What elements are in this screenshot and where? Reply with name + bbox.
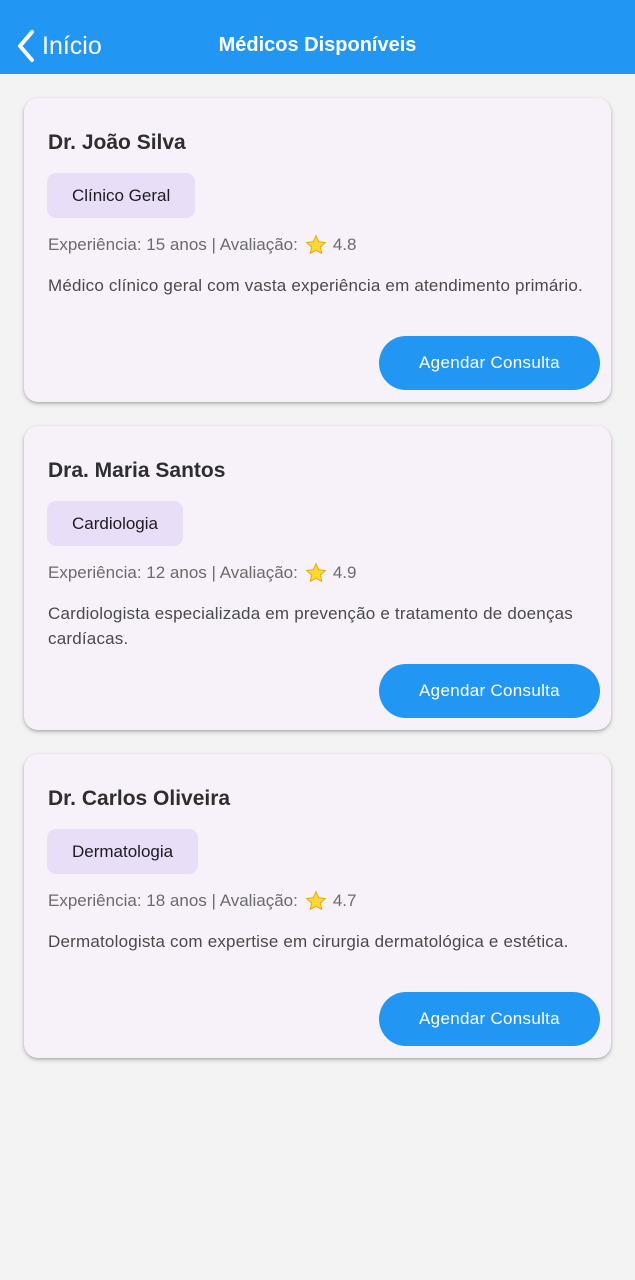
app-bar: Início Médicos Disponíveis [0,0,635,74]
doctor-card: Dr. João Silva Clínico Geral Experiência… [24,98,611,402]
doctor-description: Cardiologista especializada em prevenção… [48,604,573,648]
experience-text: Experiência: 15 anos | Avaliação: [48,235,298,254]
rating-value: 4.8 [332,235,357,254]
experience-rating-line: Experiência: 12 anos | Avaliação: 4.9 [48,562,356,584]
schedule-appointment-button[interactable]: Agendar Consulta [379,992,600,1046]
doctor-name: Dr. João Silva [48,131,186,154]
specialty-chip: Cardiologia [47,501,183,546]
experience-rating-line: Experiência: 18 anos | Avaliação: 4.7 [48,890,356,912]
specialty-chip: Clínico Geral [47,173,196,218]
doctor-name: Dr. Carlos Oliveira [48,787,231,810]
star-icon [305,234,327,256]
doctor-description: Médico clínico geral com vasta experiênc… [48,276,583,295]
doctor-card: Dra. Maria Santos Cardiologia Experiênci… [24,426,611,730]
page-title: Médicos Disponíveis [218,34,417,56]
schedule-appointment-button[interactable]: Agendar Consulta [379,336,600,390]
experience-rating-line: Experiência: 15 anos | Avaliação: 4.8 [48,234,356,256]
specialty-chip: Dermatologia [47,829,199,874]
doctor-name: Dra. Maria Santos [48,459,226,482]
schedule-appointment-button[interactable]: Agendar Consulta [379,664,600,718]
star-icon [305,890,327,912]
experience-text: Experiência: 18 anos | Avaliação: [48,891,298,910]
experience-text: Experiência: 12 anos | Avaliação: [48,563,298,582]
doctor-card: Dr. Carlos Oliveira Dermatologia Experiê… [24,754,611,1058]
rating-value: 4.7 [332,891,357,910]
star-icon [305,562,327,584]
doctor-description: Dermatologista com expertise em cirurgia… [48,932,569,951]
rating-value: 4.9 [332,563,357,582]
